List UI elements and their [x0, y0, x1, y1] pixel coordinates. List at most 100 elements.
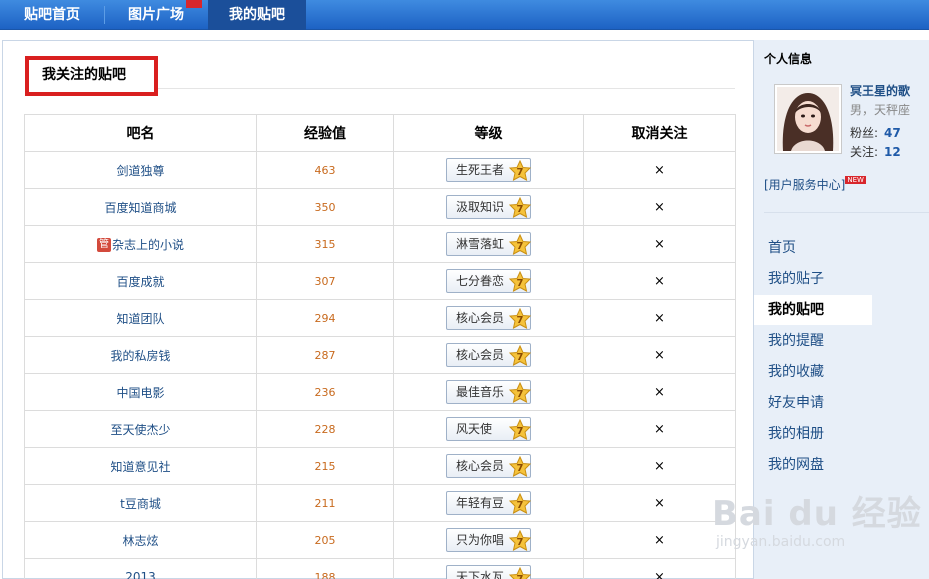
top-navigation: 贴吧首页 图片广场 我的贴吧 [0, 0, 929, 30]
sidebar-item-friend-requests[interactable]: 好友申请 [754, 388, 872, 418]
level-badge: 天下水瓦 7 [446, 565, 531, 579]
sidebar-item-my-posts[interactable]: 我的贴子 [754, 264, 872, 294]
table-row: 知道团队 294 核心会员 7 × [24, 299, 736, 337]
user-info: 男，天秤座 [850, 103, 911, 117]
nav-divider [104, 6, 105, 24]
unfollow-button[interactable]: × [654, 163, 665, 178]
level-number: 7 [517, 167, 524, 178]
level-title: 年轻有豆 [456, 496, 505, 510]
bar-name-link[interactable]: 中国电影 [116, 386, 164, 400]
admin-badge-icon: 管 [96, 238, 111, 252]
header-unfollow: 取消关注 [583, 114, 736, 152]
level-cell: 汲取知识 7 [393, 188, 584, 226]
sidebar-item-reminders[interactable]: 我的提醒 [754, 326, 872, 356]
unfollow-cell: × [583, 447, 736, 485]
bar-name-cell: t豆商城 [24, 484, 257, 522]
level-cell: 生死王者 7 [393, 151, 584, 189]
section-title: 我关注的贴吧 [42, 67, 126, 83]
level-star-icon: 7 [509, 493, 531, 514]
unfollow-button[interactable]: × [654, 200, 665, 215]
bar-name-link[interactable]: 百度成就 [116, 275, 164, 289]
watermark-url: jingyan.baidu.com [716, 534, 846, 550]
sidebar-item-albums[interactable]: 我的相册 [754, 419, 872, 449]
level-title: 核心会员 [456, 311, 505, 325]
tab-my-tieba[interactable]: 我的贴吧 [208, 0, 306, 30]
tab-tieba-home[interactable]: 贴吧首页 [8, 0, 96, 30]
bar-name-cell: 百度知道商城 [24, 188, 257, 226]
username[interactable]: 冥王星的歌 [850, 82, 910, 99]
level-title: 生死王者 [456, 163, 505, 177]
table-header-row: 吧名 经验值 等级 取消关注 [24, 114, 736, 152]
user-service-center-link[interactable]: [用户服务中心] NEW [764, 176, 866, 193]
bar-name-link[interactable]: 2013 [125, 570, 156, 579]
level-cell: 风天使 7 [393, 410, 584, 448]
experience-cell: 350 [256, 188, 394, 226]
fans-value: 47 [884, 126, 901, 140]
bar-name-link[interactable]: 知道团队 [116, 312, 164, 326]
title-divider [158, 88, 735, 89]
sidebar-item-my-tieba[interactable]: 我的贴吧 [754, 295, 872, 325]
unfollow-button[interactable]: × [654, 422, 665, 437]
experience-cell: 211 [256, 484, 394, 522]
table-row: 我的私房钱 287 核心会员 7 × [24, 336, 736, 374]
bar-name-link[interactable]: 杂志上的小说 [112, 238, 184, 252]
unfollow-cell: × [583, 336, 736, 374]
experience-cell: 287 [256, 336, 394, 374]
level-star-icon: 7 [509, 382, 531, 403]
fans-count[interactable]: 粉丝: 47 [850, 124, 901, 141]
level-badge: 核心会员 7 [446, 454, 531, 478]
bar-name-link[interactable]: 百度知道商城 [104, 201, 176, 215]
level-number: 7 [517, 352, 524, 363]
level-title: 淋雪落虹 [456, 237, 505, 251]
table-row: 管杂志上的小说 315 淋雪落虹 7 × [24, 225, 736, 263]
level-title: 核心会员 [456, 459, 505, 473]
avatar-image [777, 87, 839, 151]
experience-cell: 307 [256, 262, 394, 300]
bar-name-cell: 我的私房钱 [24, 336, 257, 374]
level-number: 7 [517, 537, 524, 548]
avatar[interactable] [774, 84, 842, 154]
sidebar-title: 个人信息 [764, 52, 813, 66]
follow-count[interactable]: 关注: 12 [850, 143, 901, 160]
experience-cell: 294 [256, 299, 394, 337]
level-number: 7 [517, 426, 524, 437]
unfollow-button[interactable]: × [654, 311, 665, 326]
unfollow-button[interactable]: × [654, 385, 665, 400]
unfollow-button[interactable]: × [654, 274, 665, 289]
unfollow-button[interactable]: × [654, 237, 665, 252]
unfollow-button[interactable]: × [654, 496, 665, 511]
table-row: 至天使杰少 228 风天使 7 × [24, 410, 736, 448]
level-badge: 最佳音乐 7 [446, 380, 531, 404]
bar-name-link[interactable]: 剑道独尊 [116, 164, 164, 178]
bar-name-link[interactable]: 林志炫 [122, 534, 158, 548]
level-cell: 七分眷恋 7 [393, 262, 584, 300]
header-bar-name: 吧名 [24, 114, 257, 152]
bar-name-cell: 知道意见社 [24, 447, 257, 485]
bar-name-link[interactable]: 至天使杰少 [110, 423, 170, 437]
level-badge: 七分眷恋 7 [446, 269, 531, 293]
table-row: 百度知道商城 350 汲取知识 7 × [24, 188, 736, 226]
experience-cell: 228 [256, 410, 394, 448]
level-star-icon: 7 [509, 345, 531, 366]
unfollow-button[interactable]: × [654, 459, 665, 474]
level-star-icon: 7 [509, 160, 531, 181]
bar-name-link[interactable]: 知道意见社 [110, 460, 170, 474]
sidebar-item-favorites[interactable]: 我的收藏 [754, 357, 872, 387]
experience-cell: 188 [256, 558, 394, 579]
unfollow-button[interactable]: × [654, 533, 665, 548]
unfollow-button[interactable]: × [654, 570, 665, 579]
bar-name-cell: 林志炫 [24, 521, 257, 559]
sidebar-item-netdisk[interactable]: 我的网盘 [754, 450, 872, 480]
watermark-logo: Bai du 经验 [712, 494, 922, 534]
unfollow-button[interactable]: × [654, 348, 665, 363]
level-cell: 最佳音乐 7 [393, 373, 584, 411]
level-number: 7 [517, 204, 524, 215]
bar-name-cell: 剑道独尊 [24, 151, 257, 189]
table-row: 剑道独尊 463 生死王者 7 × [24, 151, 736, 189]
table-row: 百度成就 307 七分眷恋 7 × [24, 262, 736, 300]
bar-name-link[interactable]: t豆商城 [120, 497, 161, 511]
sidebar-item-home[interactable]: 首页 [754, 233, 872, 263]
experience-cell: 236 [256, 373, 394, 411]
bar-name-link[interactable]: 我的私房钱 [110, 349, 170, 363]
bar-name-cell: 2013 [24, 558, 257, 579]
